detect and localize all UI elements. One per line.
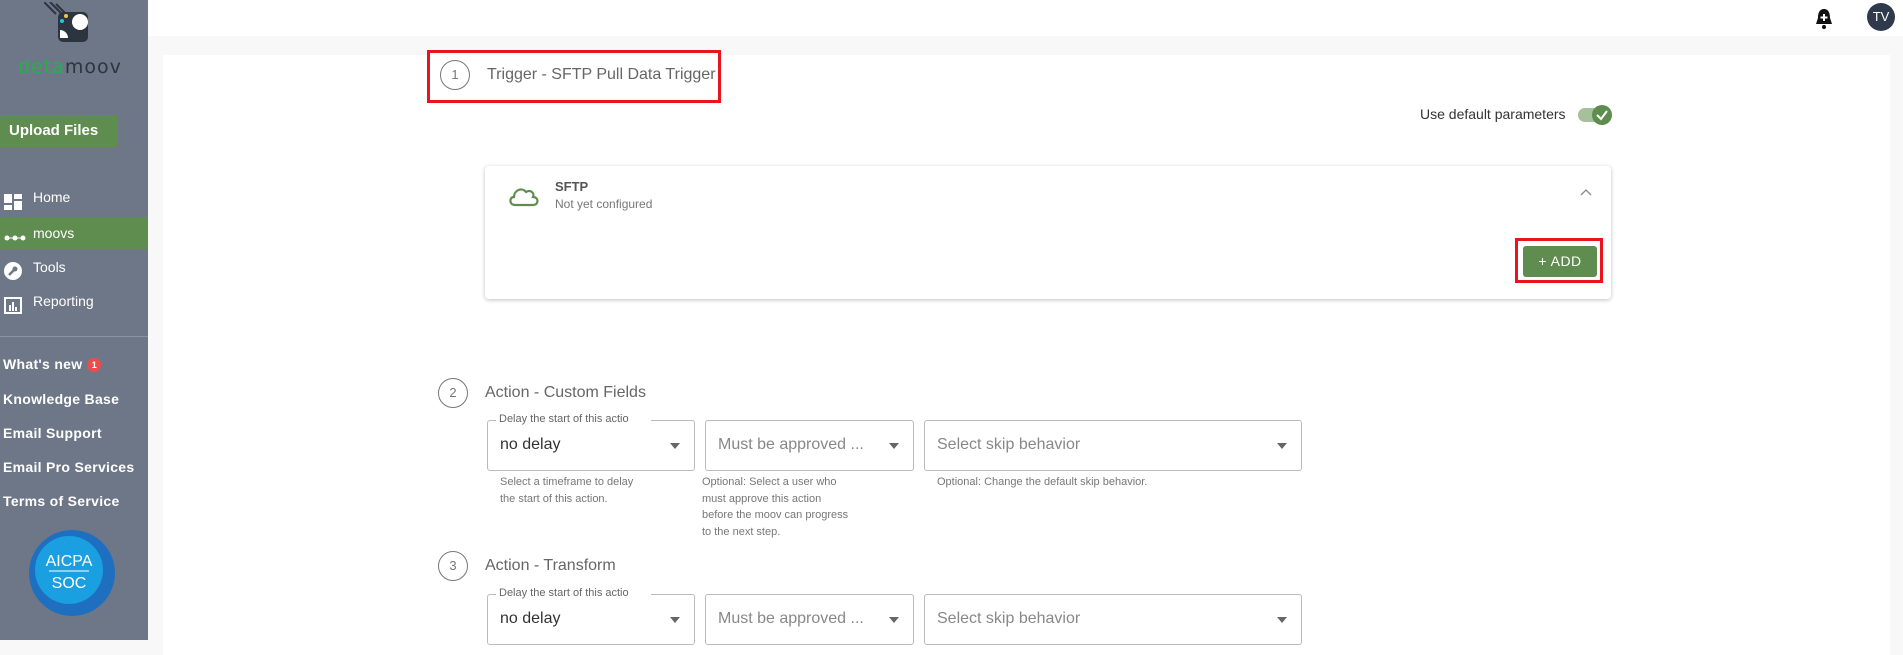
whats-new-link[interactable]: What's new 1 — [3, 356, 102, 372]
notification-count-badge: 1 — [87, 358, 102, 372]
skip-behavior-select[interactable]: Select skip behavior — [924, 420, 1302, 471]
step-number: 3 — [438, 551, 468, 581]
dashboard-icon — [4, 189, 22, 210]
step-number: 1 — [440, 60, 470, 90]
connector-title: SFTP — [555, 179, 589, 194]
delay-select[interactable]: Delay the start of this actio no delay — [487, 413, 695, 471]
knowledge-base-link[interactable]: Knowledge Base — [3, 391, 119, 407]
nav-label: Home — [33, 189, 71, 205]
dropdown-arrow-icon — [1277, 617, 1287, 623]
sftp-connector-card: SFTP Not yet configured — [485, 166, 1611, 299]
step-number: 2 — [438, 378, 468, 408]
logo-icon — [44, 2, 88, 42]
select-placeholder: Select skip behavior — [937, 610, 1081, 627]
check-icon — [1592, 105, 1612, 125]
skip-behavior-select[interactable]: Select skip behavior — [924, 594, 1302, 645]
approver-help: Optional: Select a user who must approve… — [702, 476, 849, 538]
svg-text:AICPA: AICPA — [46, 553, 93, 570]
nav-label: moovs — [33, 225, 75, 241]
default-params-label: Use default parameters — [1420, 106, 1566, 122]
select-placeholder: Must be approved ... — [718, 610, 864, 627]
approver-select[interactable]: Must be approved ... — [705, 420, 914, 471]
dropdown-arrow-icon — [670, 617, 680, 623]
step-title: Action - Custom Fields — [485, 384, 646, 401]
select-value: no delay — [500, 610, 561, 627]
nav-label: Reporting — [33, 293, 94, 309]
sidebar-item-tools[interactable]: Tools — [0, 251, 148, 283]
email-pro-services-link[interactable]: Email Pro Services — [3, 459, 134, 475]
wrench-icon — [4, 259, 22, 280]
delay-select[interactable]: Delay the start of this actio no delay — [487, 587, 695, 645]
connector-status: Not yet configured — [555, 197, 653, 211]
dropdown-arrow-icon — [670, 443, 680, 449]
dots-icon — [4, 225, 26, 241]
user-avatar[interactable]: TV — [1867, 3, 1895, 31]
upload-files-button[interactable]: Upload Files — [0, 115, 118, 147]
field-label: Delay the start of this actio — [496, 413, 651, 425]
cloud-icon — [509, 188, 539, 207]
nav-label: Tools — [33, 259, 66, 275]
add-connection-button[interactable]: + ADD — [1523, 246, 1597, 277]
svg-text:SOC: SOC — [52, 575, 87, 592]
email-support-link[interactable]: Email Support — [3, 425, 102, 441]
step-title: Trigger - SFTP Pull Data Trigger — [487, 66, 716, 83]
sidebar-item-reporting[interactable]: Reporting — [0, 285, 148, 317]
top-bar: TV — [148, 0, 1903, 36]
approver-select[interactable]: Must be approved ... — [705, 594, 914, 645]
chevron-up-icon[interactable] — [1580, 188, 1592, 196]
logo-text[interactable]: detamoov — [18, 56, 122, 78]
terms-of-service-link[interactable]: Terms of Service — [3, 493, 120, 509]
link-label: What's new — [3, 356, 83, 372]
chart-icon — [4, 293, 22, 314]
dropdown-arrow-icon — [889, 617, 899, 623]
sidebar-item-home[interactable]: Home — [0, 181, 148, 213]
aicpa-soc-badge: AICPA SOC — [29, 530, 115, 616]
dropdown-arrow-icon — [889, 443, 899, 449]
select-placeholder: Select skip behavior — [937, 436, 1081, 453]
dropdown-arrow-icon — [1277, 443, 1287, 449]
field-label: Delay the start of this actio — [496, 587, 651, 599]
notification-bell-icon[interactable] — [1815, 8, 1833, 30]
select-value: no delay — [500, 436, 561, 453]
divider — [0, 336, 148, 337]
default-params-toggle[interactable] — [1578, 105, 1612, 125]
moov-editor-panel — [163, 55, 1890, 655]
skip-help: Optional: Change the default skip behavi… — [937, 476, 1148, 488]
step-title: Action - Transform — [485, 557, 616, 574]
sidebar-item-moovs[interactable]: moovs — [0, 217, 148, 249]
delay-help: Select a timeframe to delay the start of… — [500, 476, 634, 505]
select-placeholder: Must be approved ... — [718, 436, 864, 453]
sidebar: detamoov Upload Files Home moovs Tools R… — [0, 0, 148, 640]
